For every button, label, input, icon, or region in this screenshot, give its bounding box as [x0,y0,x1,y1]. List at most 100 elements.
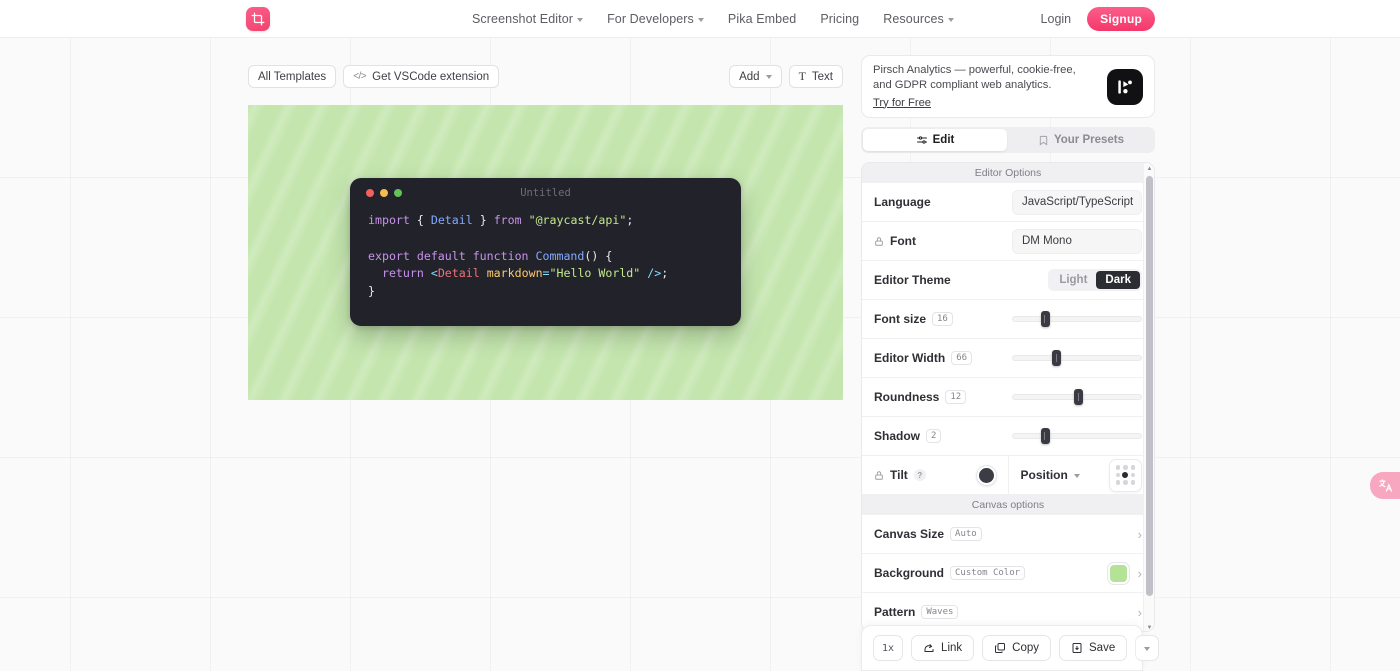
promo-description: Pirsch Analytics — powerful, cookie-free… [873,63,1076,91]
chevron-down-icon [1073,473,1080,478]
canvas-size-label: Canvas Size [874,527,945,541]
background-color-swatch[interactable] [1107,562,1129,584]
code-window[interactable]: Untitled import { Detail } from "@raycas… [350,178,741,326]
site-logo[interactable] [246,7,270,31]
scroll-up-icon[interactable]: ▲ [1144,163,1154,174]
screenshot-canvas[interactable]: Untitled import { Detail } from "@raycas… [248,105,843,400]
bookmark-icon [1039,135,1048,146]
roundness-slider[interactable] [1012,389,1142,405]
shadow-label-wrap: Shadow 2 [874,429,942,443]
row-font-size: Font size 16 [862,300,1154,339]
font-size-value: 16 [932,312,953,326]
pos-dot-8[interactable] [1130,480,1136,485]
row-editor-width: Editor Width 66 [862,339,1154,378]
translate-widget-tab[interactable] [1370,472,1400,499]
pirsch-logo-icon [1107,68,1143,105]
add-button[interactable]: Add [729,65,782,88]
chevron-right-icon: › [1137,565,1142,581]
nav-label: Resources [883,12,944,26]
nav-item-pika-embed[interactable]: Pika Embed [728,12,796,26]
canvas-options-title: Canvas options [971,499,1045,511]
link-button[interactable]: Link [911,635,975,661]
row-background[interactable]: Background Custom Color › [862,554,1154,593]
font-value: DM Mono [1022,235,1072,247]
chevron-down-icon [947,17,954,22]
nav-item-screenshot-editor[interactable]: Screenshot Editor [472,12,584,26]
editor-width-slider[interactable] [1012,350,1142,366]
pos-dot-5[interactable] [1130,472,1136,478]
chevron-right-icon: › [1137,526,1142,542]
row-shadow: Shadow 2 [862,417,1154,456]
row-roundness: Roundness 12 [862,378,1154,417]
nav-item-resources[interactable]: Resources [883,12,954,26]
tab-your-presets[interactable]: Your Presets [1009,129,1153,151]
add-text-button[interactable]: T Text [788,65,843,88]
nav-label: For Developers [607,12,694,26]
all-templates-button[interactable]: All Templates [248,65,337,88]
scrollbar-thumb[interactable] [1146,176,1153,596]
text-tool-icon: T [798,69,806,83]
promo-banner: Pirsch Analytics — powerful, cookie-free… [861,55,1155,118]
font-size-slider[interactable] [1012,311,1142,327]
scale-button[interactable]: 1x [873,635,904,661]
promo-cta-link[interactable]: Try for Free [873,96,931,111]
slider-thumb[interactable] [1052,350,1062,366]
roundness-value: 12 [945,390,967,404]
nav-item-for-developers[interactable]: For Developers [607,12,704,26]
pos-dot-1[interactable] [1123,465,1128,470]
theme-light-button[interactable]: Light [1050,271,1096,289]
pattern-label-wrap: Pattern Waves [874,605,959,619]
scroll-down-icon[interactable]: ▼ [1144,622,1154,631]
tilt-knob[interactable] [976,465,996,485]
shadow-value: 2 [926,429,942,443]
row-language: Language JavaScript/TypeScript [862,183,1154,222]
font-select[interactable]: DM Mono [1012,228,1142,254]
theme-dark-button[interactable]: Dark [1096,271,1140,289]
auth-actions: Login Signup [1041,0,1155,38]
position-grid-picker[interactable] [1109,458,1142,492]
panel-scrollbar[interactable]: ▲ ▼ [1143,163,1154,631]
background-label-wrap: Background Custom Color [874,566,1026,580]
background-label: Background [874,566,945,580]
pos-dot-7[interactable] [1123,480,1128,485]
slider-thumb[interactable] [1040,311,1050,327]
copy-icon [995,643,1006,653]
pos-dot-6[interactable] [1115,480,1121,485]
tab-edit-label: Edit [932,134,955,146]
code-brackets-icon: </> [353,71,367,82]
window-title[interactable]: Untitled [350,187,741,199]
signup-button[interactable]: Signup [1087,7,1155,31]
slider-thumb[interactable] [1040,428,1050,444]
save-options-button[interactable] [1135,635,1160,661]
help-icon[interactable]: ? [913,469,926,481]
shadow-slider[interactable] [1012,428,1142,444]
slider-thumb[interactable] [1074,389,1084,405]
roundness-label-wrap: Roundness 12 [874,390,967,404]
pos-dot-2[interactable] [1130,465,1136,470]
get-vscode-extension-button[interactable]: </> Get VSCode extension [343,65,500,88]
pos-dot-0[interactable] [1115,465,1121,470]
tab-presets-label: Your Presets [1053,134,1125,146]
pos-dot-3[interactable] [1115,472,1121,478]
font-label-wrap: Font [874,234,916,248]
pos-dot-4[interactable] [1122,471,1129,478]
background-value: Custom Color [950,566,1026,580]
save-label: Save [1089,642,1116,654]
language-label: Language [874,195,931,209]
language-select[interactable]: JavaScript/TypeScript [1012,189,1142,215]
pirsch-glyph-icon [1118,79,1132,94]
code-content[interactable]: import { Detail } from "@raycast/api"; e… [350,208,741,301]
editor-toolbar: All Templates </> Get VSCode extension A… [248,58,843,95]
editor-width-label-wrap: Editor Width 66 [874,351,973,365]
nav-item-pricing[interactable]: Pricing [820,12,859,26]
translate-icon [1378,479,1392,492]
tab-edit[interactable]: Edit [863,129,1007,151]
copy-button[interactable]: Copy [982,635,1052,661]
save-button[interactable]: Save [1059,635,1128,661]
nav-label: Screenshot Editor [472,12,574,26]
login-link[interactable]: Login [1041,12,1072,26]
font-label: Font [890,234,916,248]
crop-logo-icon [251,12,265,26]
row-canvas-size[interactable]: Canvas Size Auto › [862,515,1154,554]
pattern-value: Waves [921,605,959,619]
